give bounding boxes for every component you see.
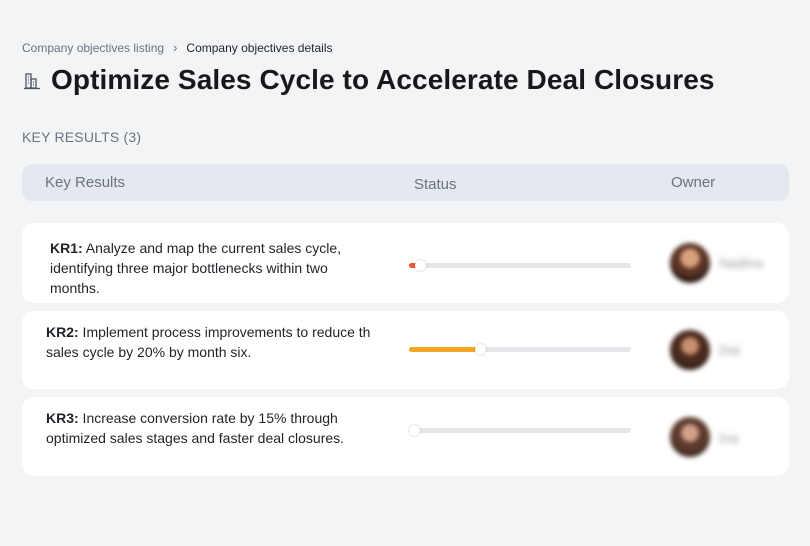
building-icon (24, 73, 40, 90)
key-result-description: KR1: Analyze and map the current sales c… (50, 238, 360, 298)
progress-bar (409, 260, 631, 271)
breadcrumb-current: Company objectives details (186, 40, 333, 55)
key-result-id: KR1: (50, 240, 83, 256)
progress-handle[interactable] (415, 260, 426, 271)
key-result-row[interactable]: KR1: Analyze and map the current sales c… (22, 223, 789, 303)
owner-name: Ina (719, 430, 739, 446)
key-result-description: KR2: Implement process improvements to r… (46, 322, 386, 362)
owner-name: Dai (719, 342, 741, 358)
page-header: Optimize Sales Cycle to Accelerate Deal … (22, 64, 715, 96)
key-result-description: KR3: Increase conversion rate by 15% thr… (46, 408, 376, 448)
page-title: Optimize Sales Cycle to Accelerate Deal … (51, 64, 715, 95)
chevron-right-icon: › (173, 40, 178, 55)
owner-name: Nadine (719, 255, 764, 271)
progress-bar (409, 344, 631, 355)
progress-handle[interactable] (409, 425, 420, 436)
key-result-id: KR2: (46, 324, 79, 340)
key-result-text: Increase conversion rate by 15% through … (46, 410, 345, 446)
owner-avatar (670, 330, 710, 370)
key-results-table-header: Key Results Status Owner (22, 164, 789, 201)
progress-bar (409, 425, 631, 436)
progress-fill (409, 347, 480, 352)
owner-avatar (670, 243, 710, 283)
column-header-status: Status (414, 176, 457, 193)
column-header-key-results: Key Results (45, 174, 126, 191)
key-results-count-label: KEY RESULTS (3) (22, 129, 142, 145)
key-result-id: KR3: (46, 410, 79, 426)
key-result-row[interactable]: KR2: Implement process improvements to r… (22, 311, 789, 389)
key-result-text: Implement process improvements to reduce… (46, 324, 371, 360)
breadcrumb: Company objectives listing › Company obj… (22, 40, 333, 55)
key-result-row[interactable]: KR3: Increase conversion rate by 15% thr… (22, 397, 789, 476)
progress-handle[interactable] (475, 344, 486, 355)
key-result-text: Analyze and map the current sales cycle,… (50, 240, 342, 296)
column-header-owner: Owner (671, 174, 716, 191)
owner-avatar (670, 417, 710, 457)
breadcrumb-link-objectives-listing[interactable]: Company objectives listing (22, 41, 164, 55)
